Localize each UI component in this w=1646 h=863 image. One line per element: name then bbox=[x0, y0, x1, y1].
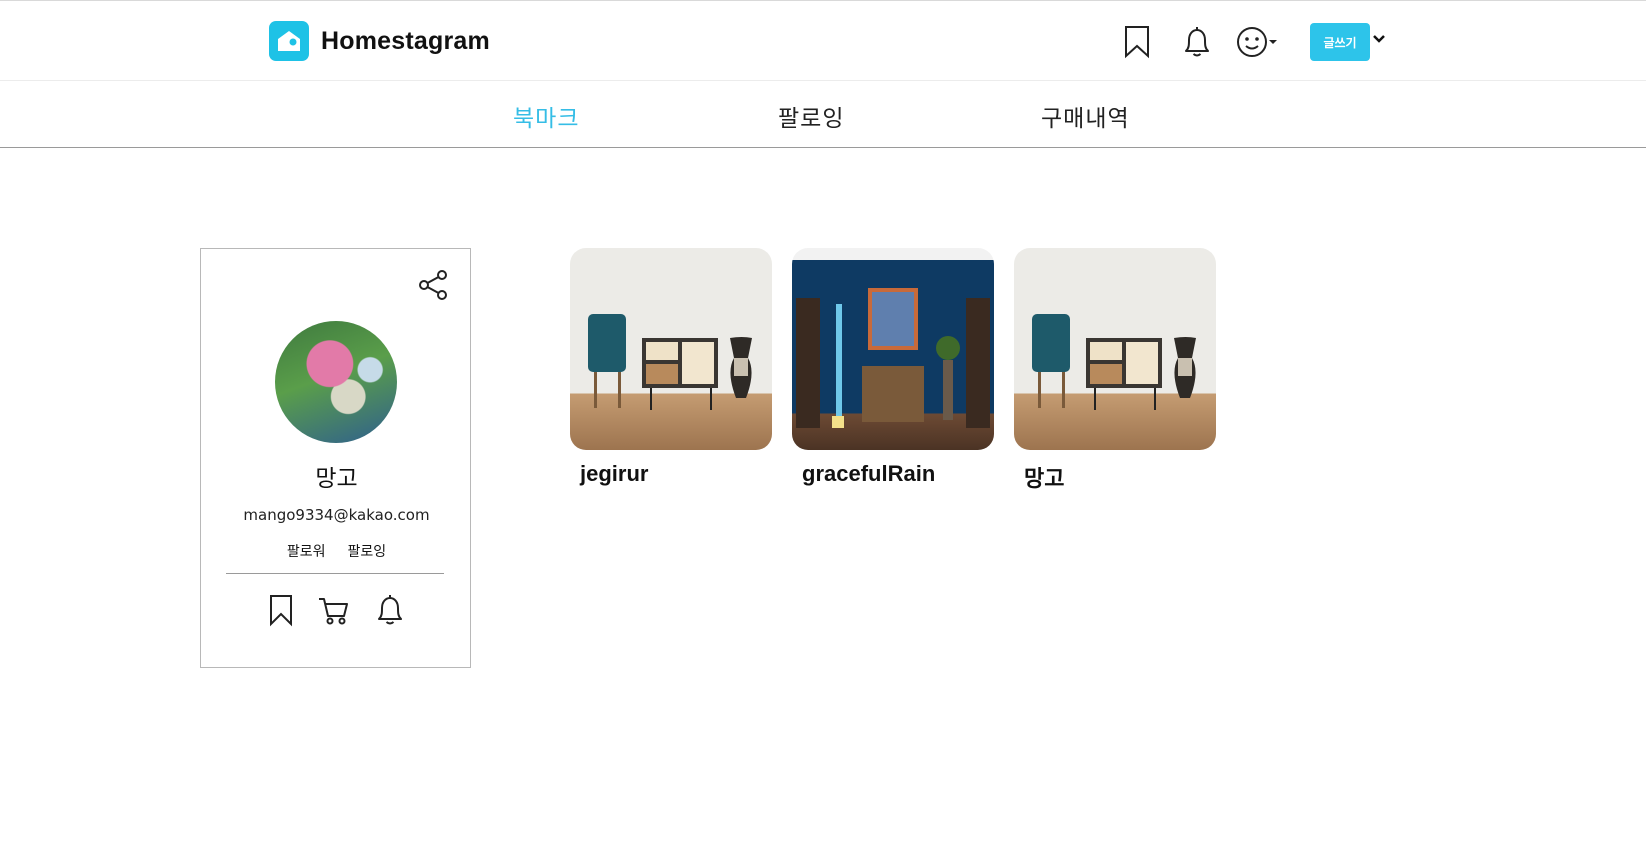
bookmark-thumbnail[interactable] bbox=[1014, 248, 1216, 450]
chevron-down-icon[interactable] bbox=[1371, 31, 1387, 52]
bell-icon[interactable] bbox=[373, 593, 407, 627]
bookmark-grid: jegirur gracefulRain 망고 bbox=[570, 248, 1216, 493]
write-button[interactable]: 글쓰기 bbox=[1310, 23, 1370, 61]
share-icon[interactable] bbox=[418, 269, 448, 306]
bookmark-thumbnail[interactable] bbox=[570, 248, 772, 450]
bookmark-author[interactable]: gracefulRain bbox=[792, 461, 994, 487]
bookmark-author[interactable]: 망고 bbox=[1014, 461, 1216, 493]
follow-links: 팔로워 팔로잉 bbox=[201, 541, 472, 561]
bookmark-card[interactable]: 망고 bbox=[1014, 248, 1216, 493]
tab-purchases[interactable]: 구매내역 bbox=[1041, 99, 1130, 133]
bookmark-card[interactable]: jegirur bbox=[570, 248, 772, 493]
following-link[interactable]: 팔로잉 bbox=[348, 541, 387, 561]
bookmark-author[interactable]: jegirur bbox=[570, 461, 772, 487]
avatar[interactable] bbox=[275, 321, 397, 443]
bookmark-thumbnail[interactable] bbox=[792, 248, 994, 450]
brand[interactable]: Homestagram bbox=[269, 21, 490, 61]
cart-icon[interactable] bbox=[317, 593, 351, 627]
brand-name: Homestagram bbox=[321, 26, 490, 55]
tab-following[interactable]: 팔로잉 bbox=[778, 99, 844, 133]
bell-icon[interactable] bbox=[1180, 25, 1214, 59]
divider bbox=[226, 573, 444, 574]
profile-actions bbox=[201, 593, 472, 627]
smile-icon[interactable] bbox=[1236, 25, 1278, 59]
bookmark-icon[interactable] bbox=[1124, 25, 1150, 59]
top-header: Homestagram 글쓰기 bbox=[0, 0, 1646, 81]
bookmark-icon[interactable] bbox=[267, 593, 295, 627]
tab-navigation: 북마크 팔로잉 구매내역 bbox=[0, 81, 1646, 148]
profile-name: 망고 bbox=[315, 466, 358, 492]
profile-card: 망고 mango9334@kakao.com 팔로워 팔로잉 bbox=[200, 248, 471, 668]
home-logo-icon bbox=[269, 21, 309, 61]
tab-bookmark[interactable]: 북마크 bbox=[513, 99, 579, 133]
followers-link[interactable]: 팔로워 bbox=[287, 541, 326, 561]
profile-email: mango9334@kakao.com bbox=[243, 506, 430, 524]
bookmark-card[interactable]: gracefulRain bbox=[792, 248, 994, 493]
